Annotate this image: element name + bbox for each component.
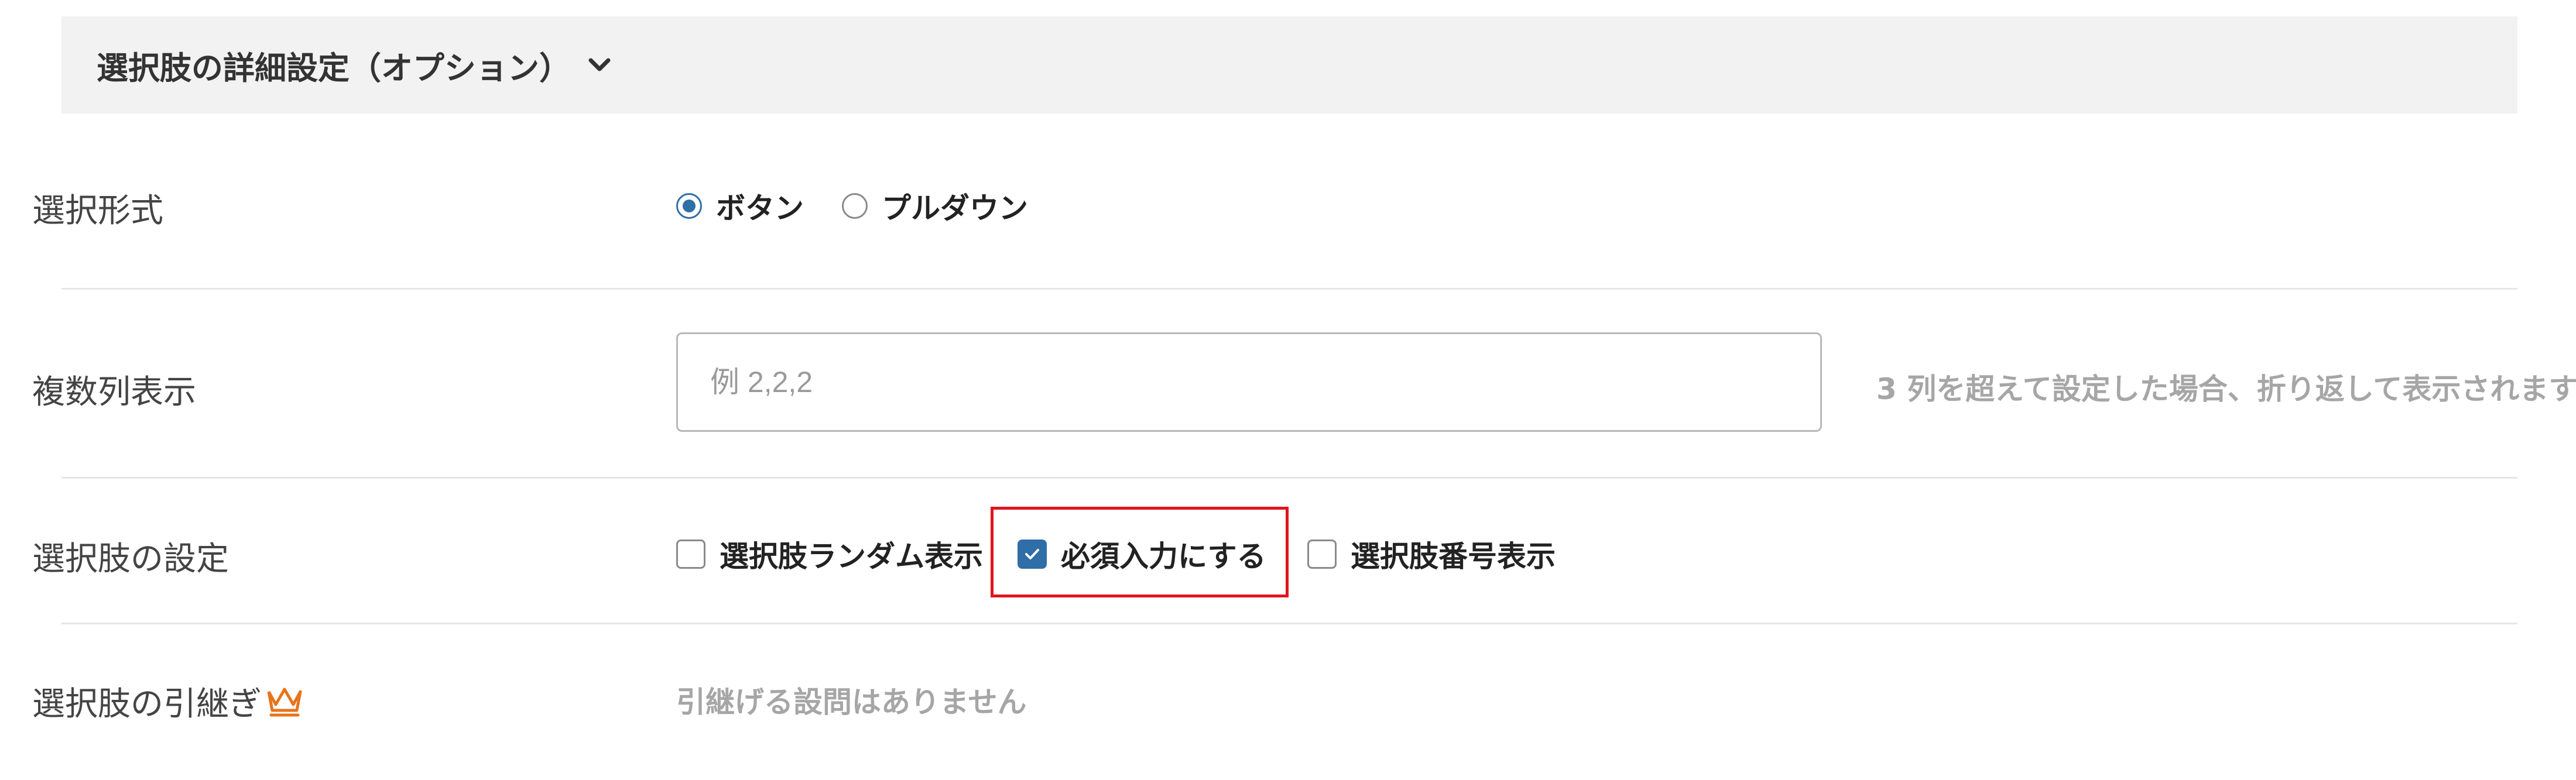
radio-option-button[interactable]: ボタン [676,185,804,227]
choice-inherit-label: 選択肢の引継ぎ [32,678,304,725]
radio-option-label: ボタン [716,191,804,225]
radio-button-selected[interactable] [676,193,702,219]
choice-inherit-label-text: 選択肢の引継ぎ [32,685,262,723]
checkbox-unchecked[interactable] [1307,540,1337,569]
checkbox-random-display[interactable]: 選択肢ランダム表示 [676,533,983,575]
check-icon [1025,549,1039,559]
checkbox-label: 選択肢ランダム表示 [720,540,983,573]
row-divider [61,288,2517,290]
checkbox-number-display[interactable]: 選択肢番号表示 [1307,533,1556,575]
chevron-down-icon [585,50,614,80]
selection-format-label: 選択形式 [32,192,163,230]
radio-option-label: プルダウン [882,191,1028,225]
radio-option-pulldown[interactable]: プルダウン [842,185,1028,227]
multi-column-input[interactable] [676,332,1822,432]
multi-column-label: 複数列表示 [32,373,196,411]
crown-icon [265,685,304,717]
choice-detail-settings-panel: 選択肢の詳細設定（オプション） 選択形式 ボタン プルダウン 複数列表示 3 列… [0,0,2576,780]
radio-button-unselected[interactable] [842,193,868,219]
checkbox-unchecked[interactable] [676,540,705,569]
checkbox-label: 必須入力にする [1061,540,1266,573]
row-divider [61,623,2517,624]
checkbox-required-input[interactable]: 必須入力にする [1018,533,1266,575]
multi-column-hint: 3 列を超えて設定した場合、折り返して表示されます [1876,372,2576,406]
choice-settings-label: 選択肢の設定 [32,540,229,578]
choice-inherit-value: 引継げる設問はありません [676,685,1027,719]
checkbox-checked[interactable] [1018,540,1047,569]
checkbox-label: 選択肢番号表示 [1351,540,1556,573]
section-title: 選択肢の詳細設定（オプション） [97,49,571,87]
row-divider [61,477,2517,479]
section-header-toggle[interactable]: 選択肢の詳細設定（オプション） [61,16,2517,114]
